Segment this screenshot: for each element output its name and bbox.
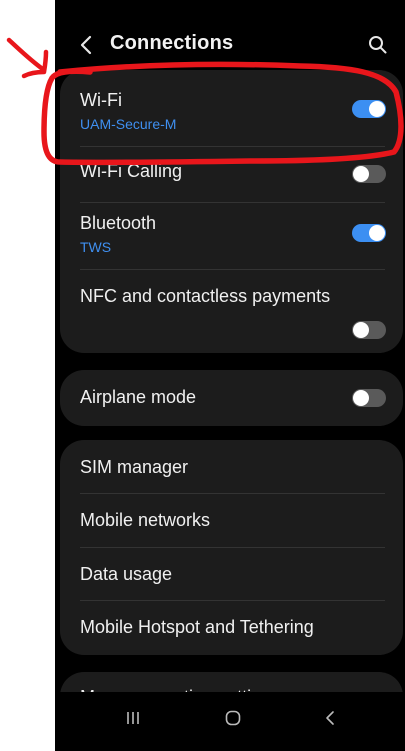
airplane-mode-row[interactable]: Airplane mode	[60, 370, 403, 426]
wifi-label: Wi-Fi	[80, 90, 122, 110]
home-icon[interactable]	[221, 706, 245, 730]
settings-card-network: SIM manager Mobile networks Data usage M…	[60, 440, 403, 655]
bluetooth-toggle[interactable]	[352, 224, 386, 242]
search-icon[interactable]	[367, 34, 389, 56]
wifi-row[interactable]: Wi-Fi UAM-Secure-M	[60, 70, 403, 146]
back-icon[interactable]	[319, 706, 343, 730]
nfc-row[interactable]: NFC and contactless payments	[60, 270, 403, 353]
hotspot-label: Mobile Hotspot and Tethering	[80, 617, 314, 637]
sim-manager-row[interactable]: SIM manager	[60, 440, 403, 493]
airplane-mode-label: Airplane mode	[80, 387, 197, 407]
nfc-toggle[interactable]	[352, 321, 386, 339]
mobile-networks-row[interactable]: Mobile networks	[60, 494, 403, 547]
wifi-toggle[interactable]	[352, 100, 386, 118]
navigation-bar	[55, 692, 405, 742]
wifi-network-name: UAM-Secure-M	[80, 116, 177, 132]
data-usage-label: Data usage	[80, 564, 173, 584]
nfc-label: NFC and contactless payments	[80, 286, 331, 306]
settings-card-airplane: Airplane mode	[60, 370, 403, 426]
bluetooth-label: Bluetooth	[80, 213, 157, 233]
wifi-calling-toggle[interactable]	[352, 165, 386, 183]
wifi-calling-label: Wi-Fi Calling	[80, 161, 183, 181]
back-chevron-icon[interactable]	[77, 33, 97, 57]
data-usage-row[interactable]: Data usage	[60, 548, 403, 601]
mobile-networks-label: Mobile networks	[80, 510, 211, 530]
red-arrow-icon	[6, 37, 49, 79]
bluetooth-device-name: TWS	[80, 239, 112, 255]
wifi-calling-row[interactable]: Wi-Fi Calling	[60, 147, 403, 202]
recents-icon[interactable]	[121, 706, 145, 730]
hotspot-row[interactable]: Mobile Hotspot and Tethering	[60, 601, 403, 655]
sim-manager-label: SIM manager	[80, 457, 189, 477]
airplane-mode-toggle[interactable]	[352, 389, 386, 407]
page-title: Connections	[110, 32, 234, 54]
phone-screen: Connections Wi-Fi UAM-Secure-M Wi-Fi Cal…	[55, 0, 405, 751]
settings-card-wireless: Wi-Fi UAM-Secure-M Wi-Fi Calling Bluetoo…	[60, 70, 403, 353]
bluetooth-row[interactable]: Bluetooth TWS	[60, 203, 403, 268]
